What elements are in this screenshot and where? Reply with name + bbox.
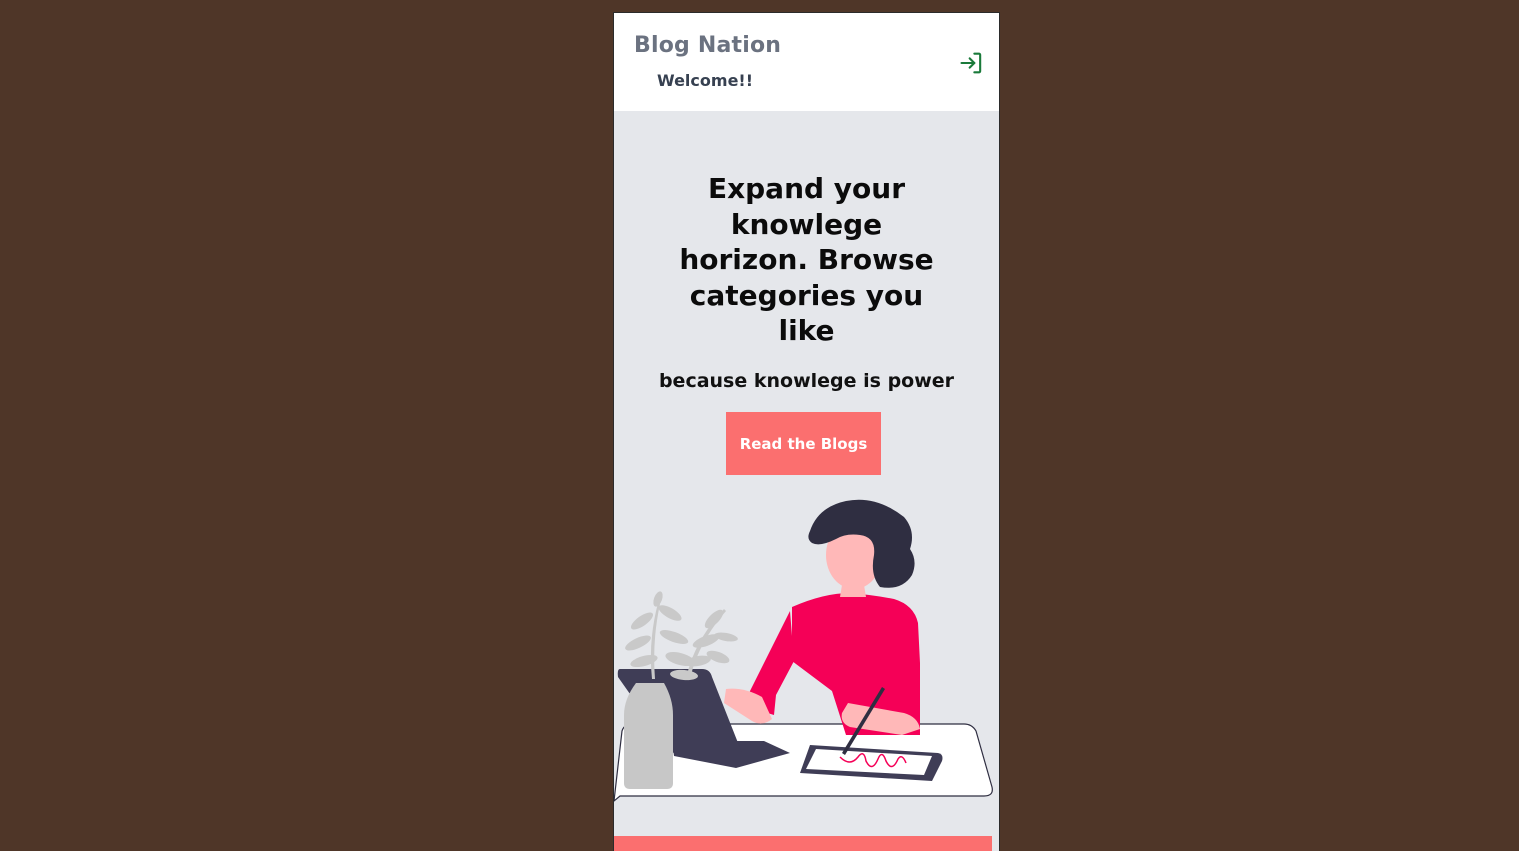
mobile-viewport: Blog Nation Welcome!! Expand your knowle… [613,12,1000,851]
hero-subtitle: because knowlege is power [658,370,955,392]
hero-title-line: categories you [689,278,924,312]
hero-title: Expand your knowlege horizon. Browse cat… [654,171,959,349]
hero-title-line: Expand your [707,172,906,205]
read-blogs-button[interactable]: Read the Blogs [726,412,881,475]
brand-title[interactable]: Blog Nation [634,33,781,58]
hero-title-line: like [778,314,835,347]
hero-title-line: horizon. Browse [679,243,934,276]
hero-title-line: knowlege [730,207,883,241]
login-icon [960,52,982,74]
site-header: Blog Nation Welcome!! [614,13,999,111]
login-button[interactable] [958,49,986,77]
welcome-text: Welcome!! [657,71,754,90]
woman-at-desk-illustration [614,499,993,802]
footer-bar [614,836,992,851]
